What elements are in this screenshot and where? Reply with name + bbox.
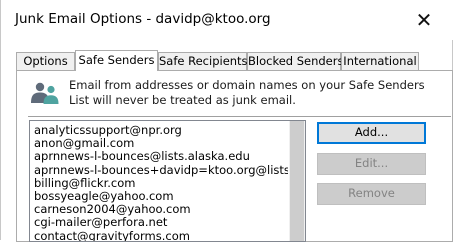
remove-button[interactable]: Remove <box>317 183 426 205</box>
list-item[interactable]: aprnnews-l-bounces+davidp=ktoo.org@lists… <box>34 163 288 177</box>
add-button[interactable]: Add... <box>317 122 426 144</box>
close-icon: ✕ <box>415 8 433 32</box>
tab-label: International <box>343 54 417 68</box>
people-icon <box>31 82 59 104</box>
tab-label: Blocked Senders <box>248 54 344 68</box>
list-item[interactable]: contact@gravityforms.com <box>34 229 288 241</box>
list-items: analyticssupport@npr.org anon@gmail.com … <box>34 124 288 241</box>
tab-safe-senders[interactable]: Safe Senders <box>75 50 158 71</box>
tab-blocked-senders[interactable]: Blocked Senders <box>247 52 344 70</box>
close-button[interactable]: ✕ <box>406 5 442 35</box>
tab-label: Safe Recipients <box>159 54 248 68</box>
tab-label: Safe Senders <box>78 53 155 67</box>
safe-senders-list[interactable]: analyticssupport@npr.org anon@gmail.com … <box>29 120 306 242</box>
scrollbar-thumb[interactable] <box>290 121 304 241</box>
info-text: Email from addresses or domain names on … <box>69 78 425 107</box>
tab-safe-recipients[interactable]: Safe Recipients <box>158 52 248 70</box>
list-scrollbar[interactable] <box>289 121 305 241</box>
edit-button[interactable]: Edit... <box>317 153 426 175</box>
title-bar: Junk Email Options - davidp@ktoo.org ✕ <box>1 0 453 40</box>
tab-options[interactable]: Options <box>16 52 75 70</box>
tab-label: Options <box>23 54 68 68</box>
divider <box>28 116 451 117</box>
list-item[interactable]: aprnnews-l-bounces@lists.alaska.edu <box>34 150 288 163</box>
window-title: Junk Email Options - davidp@ktoo.org <box>15 11 271 27</box>
list-item[interactable]: cgi-mailer@perfora.net <box>34 216 288 229</box>
junk-email-options-dialog: Junk Email Options - davidp@ktoo.org ✕ O… <box>0 0 453 242</box>
tab-international[interactable]: International <box>341 52 419 70</box>
